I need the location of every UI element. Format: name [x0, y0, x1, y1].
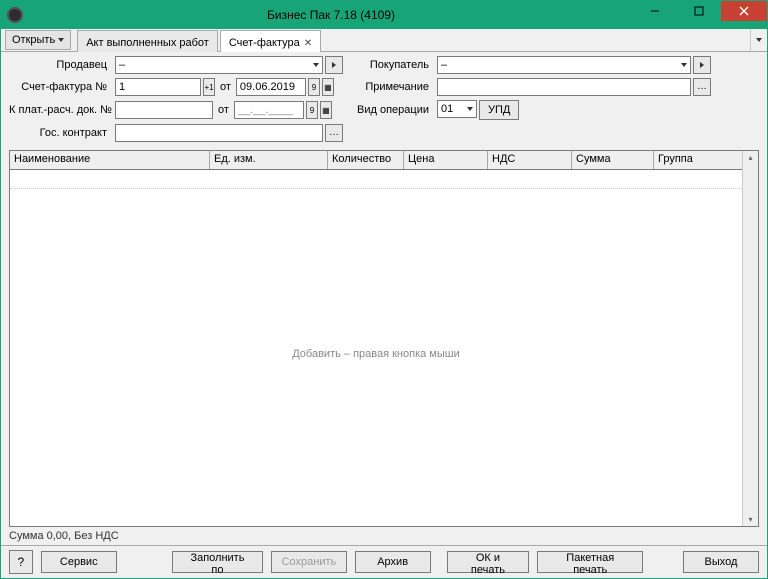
- invoice-no-label: Счет-фактура №: [9, 81, 109, 93]
- chevron-down-icon: [681, 63, 687, 67]
- status-bar: Сумма 0,00, Без НДС: [1, 527, 767, 545]
- date-sep: от: [220, 81, 231, 93]
- grid-empty-hint: Добавить – правая кнопка мыши: [10, 348, 742, 360]
- date-spin[interactable]: 9: [308, 78, 320, 96]
- invoice-no-increment[interactable]: +1: [203, 78, 215, 96]
- chevron-down-icon: [313, 63, 319, 67]
- tab-invoice[interactable]: Счет-фактура ✕: [220, 30, 321, 52]
- grid-header: Наименование Ед. изм. Количество Цена НД…: [10, 151, 742, 170]
- ok-print-button[interactable]: ОК и печать: [447, 551, 530, 573]
- tab-close-icon[interactable]: ✕: [304, 38, 312, 49]
- archive-button[interactable]: Архив: [355, 551, 431, 573]
- scroll-up-icon: ▴: [748, 153, 752, 162]
- col-group[interactable]: Группа: [654, 151, 742, 169]
- scroll-down-icon: ▾: [748, 515, 752, 524]
- contract-input[interactable]: [115, 124, 323, 142]
- seller-label: Продавец: [9, 59, 109, 71]
- minimize-button[interactable]: [633, 1, 677, 21]
- seller-next-button[interactable]: [325, 56, 343, 74]
- open-menu-button[interactable]: Открыть: [5, 30, 71, 50]
- paydoc-date-input[interactable]: [234, 101, 304, 119]
- tab-label: Счет-фактура: [229, 37, 300, 49]
- chevron-right-icon: [700, 62, 704, 68]
- save-button[interactable]: Сохранить: [271, 551, 347, 573]
- calendar-icon: ▦: [322, 106, 330, 115]
- optype-value: 01: [441, 103, 467, 115]
- contract-browse-button[interactable]: [325, 124, 343, 142]
- paydoc-label: К плат.-расч. док. №: [9, 104, 109, 116]
- invoice-no-input[interactable]: [115, 78, 201, 96]
- chevron-right-icon: [332, 62, 336, 68]
- open-menu-label: Открыть: [12, 34, 55, 46]
- close-button[interactable]: [721, 1, 767, 21]
- chevron-down-icon: [467, 107, 473, 111]
- note-input[interactable]: [437, 78, 691, 96]
- contract-field: [115, 124, 343, 142]
- invoice-date-input[interactable]: [236, 78, 306, 96]
- col-price[interactable]: Цена: [404, 151, 488, 169]
- note-field: [437, 78, 711, 96]
- seller-combo[interactable]: –: [115, 56, 323, 74]
- tab-label: Акт выполненных работ: [86, 37, 209, 49]
- invoice-no-field: +1 от 9 ▦: [115, 78, 343, 96]
- maximize-button[interactable]: [677, 1, 721, 21]
- window-title: Бизнес Пак 7.18 (4109): [29, 8, 633, 22]
- date-picker-button[interactable]: ▦: [322, 78, 334, 96]
- app-window: Бизнес Пак 7.18 (4109) Открыть Акт выпол…: [0, 0, 768, 579]
- form-area: Продавец – Покупатель – Счет-фактура № +…: [1, 52, 767, 150]
- col-unit[interactable]: Ед. изм.: [210, 151, 328, 169]
- footer-toolbar: ? Сервис Заполнить по Сохранить Архив ОК…: [1, 545, 767, 578]
- note-browse-button[interactable]: [693, 78, 711, 96]
- buyer-combo[interactable]: –: [437, 56, 691, 74]
- calendar-icon: ▦: [324, 83, 332, 92]
- col-name[interactable]: Наименование: [10, 151, 210, 169]
- col-sum[interactable]: Сумма: [572, 151, 654, 169]
- paydoc-no-input[interactable]: [115, 101, 213, 119]
- tabs-menu-button[interactable]: [750, 29, 767, 51]
- col-vat[interactable]: НДС: [488, 151, 572, 169]
- col-qty[interactable]: Количество: [328, 151, 404, 169]
- title-bar: Бизнес Пак 7.18 (4109): [1, 1, 767, 29]
- seller-value: –: [119, 59, 313, 71]
- optype-label: Вид операции: [349, 104, 431, 116]
- app-icon: [7, 7, 23, 23]
- buyer-field: –: [437, 56, 711, 74]
- exit-button[interactable]: Выход: [683, 551, 759, 573]
- items-grid: Наименование Ед. изм. Количество Цена НД…: [9, 150, 759, 527]
- tab-row: Открыть Акт выполненных работ Счет-факту…: [1, 29, 767, 52]
- buyer-label: Покупатель: [349, 59, 431, 71]
- help-button[interactable]: ?: [9, 550, 33, 574]
- chevron-down-icon: [58, 38, 64, 42]
- grid-body[interactable]: Добавить – правая кнопка мыши: [10, 170, 742, 526]
- note-label: Примечание: [349, 81, 431, 93]
- paydoc-date-sep: от: [218, 104, 229, 116]
- paydoc-field: от 9 ▦: [115, 101, 343, 119]
- buyer-value: –: [441, 59, 681, 71]
- optype-field: 01 УПД: [437, 100, 711, 120]
- grid-vscrollbar[interactable]: ▴ ▾: [742, 151, 758, 526]
- upd-button[interactable]: УПД: [479, 100, 519, 120]
- seller-field: –: [115, 56, 343, 74]
- batch-print-button[interactable]: Пакетная печать: [537, 551, 643, 573]
- optype-combo[interactable]: 01: [437, 100, 477, 118]
- service-button[interactable]: Сервис: [41, 551, 117, 573]
- paydoc-date-spin[interactable]: 9: [306, 101, 318, 119]
- contract-label: Гос. контракт: [9, 127, 109, 139]
- chevron-down-icon: [756, 38, 762, 42]
- tab-act[interactable]: Акт выполненных работ: [77, 30, 218, 52]
- fill-by-button[interactable]: Заполнить по: [172, 551, 262, 573]
- buyer-next-button[interactable]: [693, 56, 711, 74]
- window-buttons: [633, 1, 767, 29]
- paydoc-date-picker[interactable]: ▦: [320, 101, 332, 119]
